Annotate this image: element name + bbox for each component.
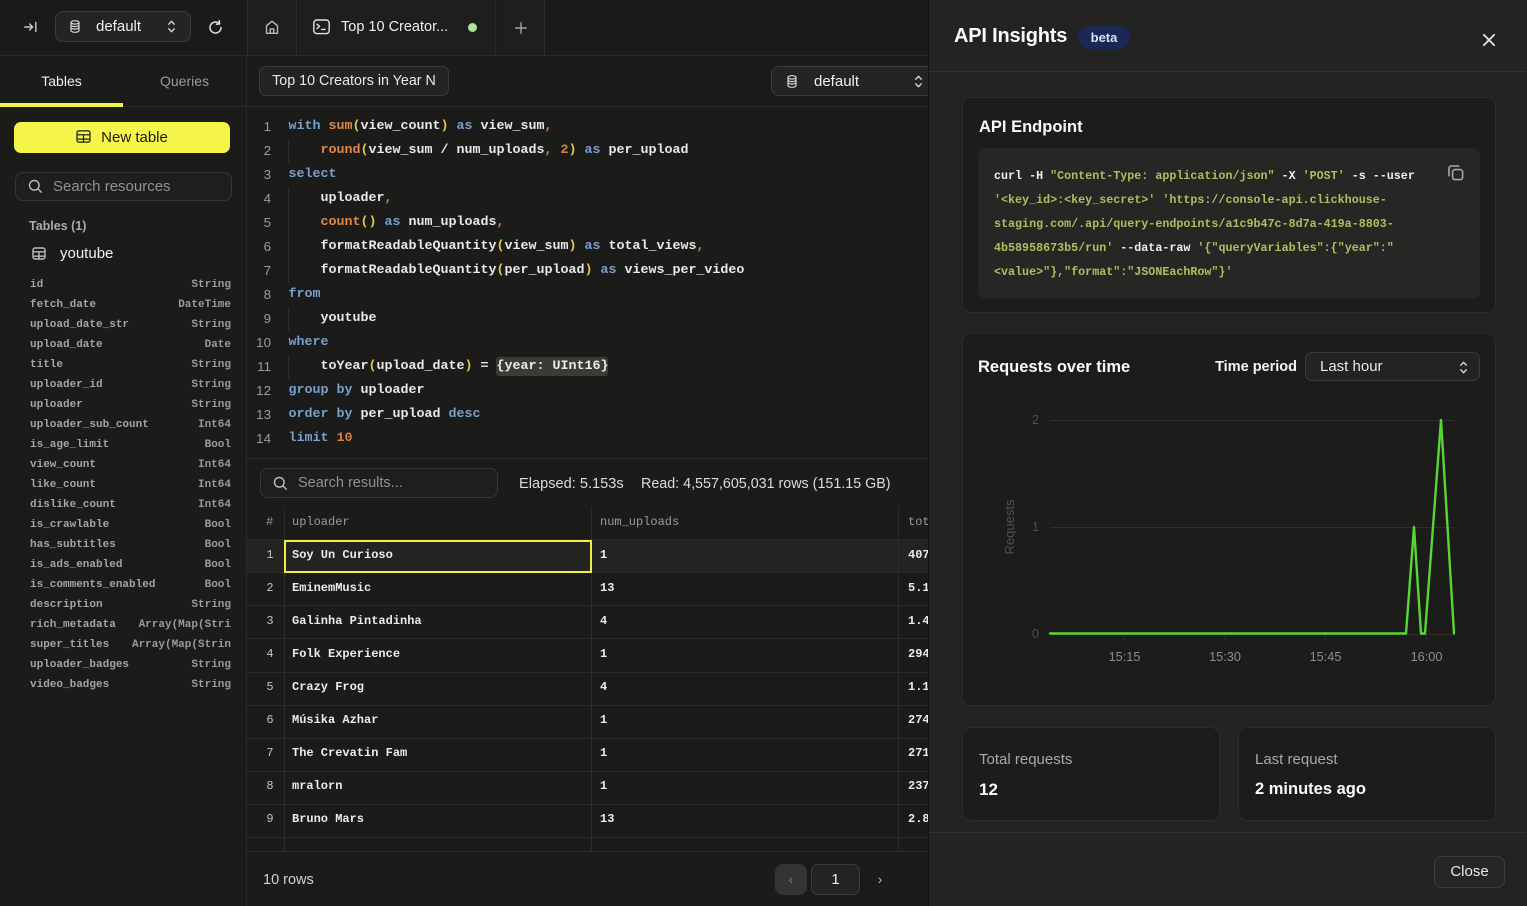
svg-text:16:00: 16:00 bbox=[1411, 650, 1443, 664]
svg-text:15:45: 15:45 bbox=[1310, 650, 1342, 664]
svg-text:15:15: 15:15 bbox=[1109, 650, 1141, 664]
svg-text:15:30: 15:30 bbox=[1209, 650, 1241, 664]
svg-text:1: 1 bbox=[1032, 520, 1039, 534]
svg-text:0: 0 bbox=[1032, 627, 1039, 641]
svg-text:2: 2 bbox=[1032, 413, 1039, 427]
svg-text:Requests: Requests bbox=[1002, 499, 1017, 554]
